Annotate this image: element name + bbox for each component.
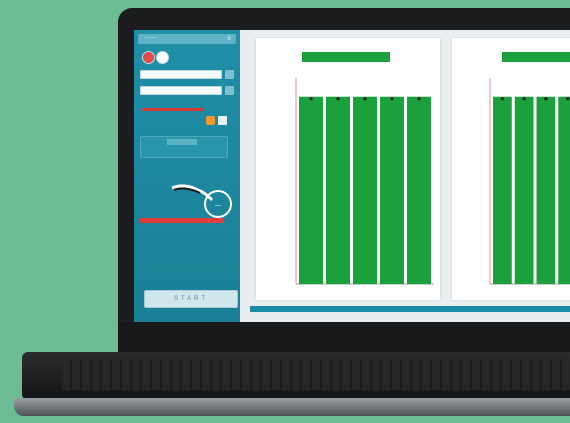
info-box-tab[interactable]: [167, 139, 197, 145]
bar-marker: [309, 97, 313, 101]
bar-marker: [500, 97, 504, 101]
pressure-dial: —: [204, 190, 232, 218]
bar-marker: [390, 97, 394, 101]
chart-footer-strip: [250, 306, 570, 312]
settings-button[interactable]: [156, 51, 169, 64]
menu-icon[interactable]: ≡: [226, 36, 232, 42]
bar: [536, 96, 556, 285]
bar: [380, 96, 404, 285]
bar: [407, 96, 431, 285]
bar-marker: [417, 97, 421, 101]
sidebar-toolbar: — — ≡: [138, 34, 236, 44]
level-slider[interactable]: [142, 108, 204, 111]
control-sidebar: — — ≡ — START: [134, 30, 240, 322]
laptop-base: [14, 398, 570, 416]
bar: [326, 96, 350, 285]
bar-chart-right: [489, 78, 570, 285]
bar: [299, 96, 323, 285]
select-2-action-button[interactable]: [225, 86, 234, 95]
bar-chart-left: [295, 78, 434, 285]
bar: [514, 96, 534, 285]
start-button[interactable]: START: [144, 290, 238, 308]
status-bar: [140, 218, 224, 223]
bar-marker: [566, 97, 570, 101]
keyboard: [22, 352, 570, 400]
select-1[interactable]: [140, 70, 222, 79]
bar: [558, 96, 570, 285]
bar: [493, 96, 512, 285]
sidebar-toolbar-title: — —: [144, 35, 156, 41]
app-screen: — — ≡ — START: [134, 30, 570, 322]
heart-button[interactable]: [218, 116, 227, 125]
warning-button[interactable]: [206, 116, 215, 125]
select-1-action-button[interactable]: [225, 70, 234, 79]
chart-panel-right: [452, 38, 570, 300]
bar-marker: [522, 97, 526, 101]
chart-panel-left: [256, 38, 440, 300]
power-button[interactable]: [142, 51, 155, 64]
bar-marker: [363, 97, 367, 101]
bar-marker: [544, 97, 548, 101]
select-2[interactable]: [140, 86, 222, 95]
bar-marker: [336, 97, 340, 101]
bar: [353, 96, 377, 285]
info-box: [140, 136, 228, 158]
